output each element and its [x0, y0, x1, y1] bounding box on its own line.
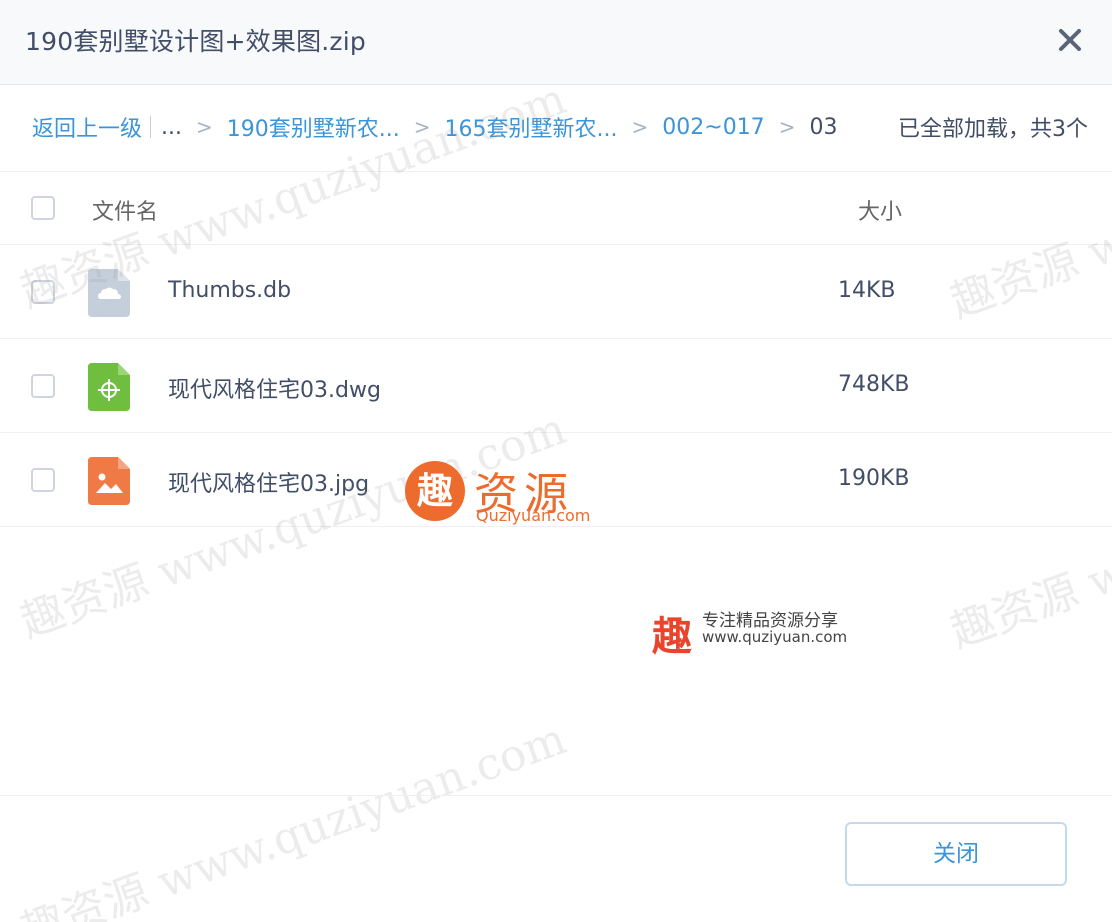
close-button[interactable]: 关闭 — [845, 822, 1067, 886]
brand-logo-domain: Quziyuan.com — [476, 506, 591, 525]
row-checkbox[interactable] — [31, 280, 55, 304]
breadcrumb-ellipsis[interactable]: ... — [161, 115, 182, 140]
dialog-title: 190套别墅设计图+效果图.zip — [25, 27, 366, 56]
column-header-name[interactable]: 文件名 — [92, 194, 158, 226]
close-icon[interactable] — [1052, 22, 1088, 58]
brand-mark: 趣 — [652, 614, 692, 660]
breadcrumb-separator: > — [631, 115, 649, 139]
file-name[interactable]: 现代风格住宅03.dwg — [168, 372, 381, 404]
brand-url: www.quziyuan.com — [702, 628, 848, 646]
breadcrumb-separator: > — [413, 115, 431, 139]
column-header-size[interactable]: 大小 — [858, 194, 902, 226]
breadcrumb-item[interactable]: 165套别墅新农... — [445, 111, 618, 143]
back-link[interactable]: 返回上一级 — [32, 111, 142, 143]
breadcrumb: 返回上一级 ... > 190套别墅新农... > 165套别墅新农... > … — [32, 111, 837, 143]
row-checkbox[interactable] — [31, 468, 55, 492]
footer-divider — [0, 795, 1112, 796]
image-file-icon — [88, 457, 130, 505]
dwg-file-icon — [88, 363, 130, 411]
brand-logo: 趣 资源 Quziyuan.com — [404, 458, 614, 528]
file-name[interactable]: Thumbs.db — [168, 278, 291, 303]
breadcrumb-item[interactable]: 002~017 — [662, 115, 764, 140]
file-row[interactable]: Thumbs.db 14KB — [0, 245, 1112, 339]
file-list-header: 文件名 大小 — [0, 172, 1112, 245]
select-all-checkbox[interactable] — [31, 196, 55, 220]
file-size: 748KB — [838, 372, 910, 397]
breadcrumb-separator: > — [778, 115, 796, 139]
watermark-text: 趣资源 www.quziyuan.com — [13, 713, 573, 922]
brand-logo-mark: 趣 — [405, 461, 465, 521]
breadcrumb-separator: > — [196, 115, 213, 139]
load-status-text: 已全部加载，共3个 — [898, 117, 1088, 142]
breadcrumb-bar: 返回上一级 ... > 190套别墅新农... > 165套别墅新农... > … — [0, 85, 1112, 172]
breadcrumb-item[interactable]: 190套别墅新农... — [227, 111, 400, 143]
brand-slogan-logo: 趣 专注精品资源分享 www.quziyuan.com — [652, 604, 882, 660]
row-checkbox[interactable] — [31, 374, 55, 398]
dialog-header: 190套别墅设计图+效果图.zip — [0, 0, 1112, 85]
svg-text:趣: 趣 — [417, 471, 453, 512]
file-size: 190KB — [838, 466, 910, 491]
archive-preview-dialog: 190套别墅设计图+效果图.zip 返回上一级 ... > 190套别墅新农..… — [0, 0, 1112, 922]
breadcrumb-divider — [150, 116, 152, 138]
breadcrumb-current: 03 — [809, 114, 838, 140]
file-name[interactable]: 现代风格住宅03.jpg — [168, 466, 369, 498]
file-row[interactable]: 现代风格住宅03.dwg 748KB — [0, 339, 1112, 433]
generic-file-icon — [88, 269, 130, 317]
file-size: 14KB — [838, 278, 896, 303]
